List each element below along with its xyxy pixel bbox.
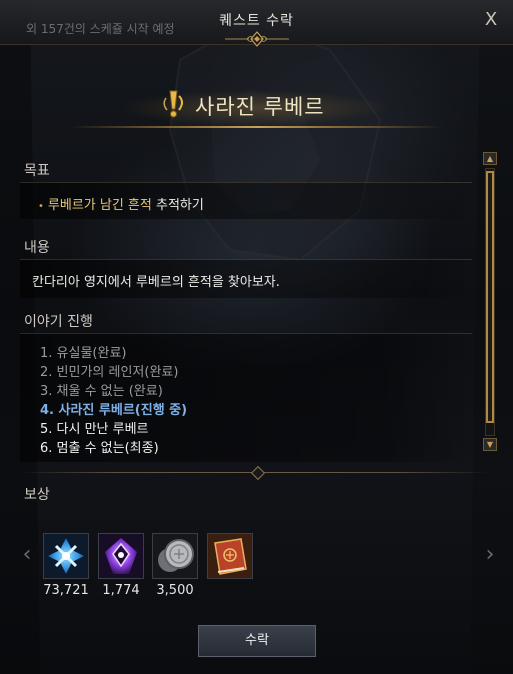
silver-coin-icon <box>153 534 197 578</box>
content-heading: 내용 <box>24 240 50 256</box>
content-scrollbar[interactable]: ▲ ▼ <box>482 152 498 452</box>
reward-item[interactable] <box>207 533 253 579</box>
red-book-icon <box>208 534 252 578</box>
objective-text: • 루베르가 남긴 흔적 추적하기 <box>38 194 204 213</box>
reward-prev-arrow[interactable]: ‹ <box>17 541 37 569</box>
quest-title: 사라진 루베르 <box>195 95 325 119</box>
reward-row: ‹ 73,721 1,774 3,500 › <box>0 533 513 603</box>
bullet-icon: • <box>38 201 44 212</box>
story-item: 1. 유실물(완료) <box>40 346 127 361</box>
story-item: 3. 채울 수 없는 (완료) <box>40 384 163 399</box>
story-heading: 이야기 진행 <box>24 314 93 330</box>
objective-highlight: 루베르가 남긴 흔적 <box>47 198 152 213</box>
window-title: 퀘스트 수락 <box>219 13 294 29</box>
reward-count: 3,500 <box>156 583 194 598</box>
reward-item[interactable] <box>152 533 198 579</box>
objective-rest: 추적하기 <box>151 198 204 213</box>
quest-header: 사라진 루베르 <box>0 82 513 132</box>
objective-box: • 루베르가 남긴 흔적 추적하기 <box>20 182 472 219</box>
title-ornament-icon <box>225 31 289 47</box>
blue-cross-crest-icon <box>44 534 88 578</box>
quest-exclamation-icon <box>163 90 183 118</box>
scroll-track[interactable] <box>485 168 495 436</box>
story-item-current: 4. 사라진 루베르(진행 중) <box>40 403 188 418</box>
reward-heading: 보상 <box>24 487 50 503</box>
content-box: 칸다리아 영지에서 루베르의 흔적을 찾아보자. <box>20 259 472 298</box>
reward-count: 73,721 <box>43 583 89 598</box>
scroll-down-button[interactable]: ▼ <box>483 438 497 451</box>
reward-next-arrow[interactable]: › <box>480 541 500 569</box>
reward-count: 1,774 <box>102 583 140 598</box>
scroll-thumb[interactable] <box>486 171 494 423</box>
close-button[interactable]: X <box>481 10 501 30</box>
scroll-up-button[interactable]: ▲ <box>483 152 497 165</box>
story-item: 2. 빈민가의 레인저(완료) <box>40 365 179 380</box>
story-item: 5. 다시 만난 루베르 <box>40 422 149 437</box>
reward-item[interactable] <box>98 533 144 579</box>
objective-heading: 목표 <box>24 163 50 179</box>
purple-emblem-icon <box>99 534 143 578</box>
story-list: 1. 유실물(완료) 2. 빈민가의 레인저(완료) 3. 채울 수 없는 (완… <box>40 344 187 458</box>
reward-item[interactable] <box>43 533 89 579</box>
content-text: 칸다리아 영지에서 루베르의 흔적을 찾아보자. <box>32 275 280 290</box>
story-item: 6. 멈출 수 없는(최종) <box>40 441 159 456</box>
accept-button[interactable]: 수락 <box>198 625 316 657</box>
